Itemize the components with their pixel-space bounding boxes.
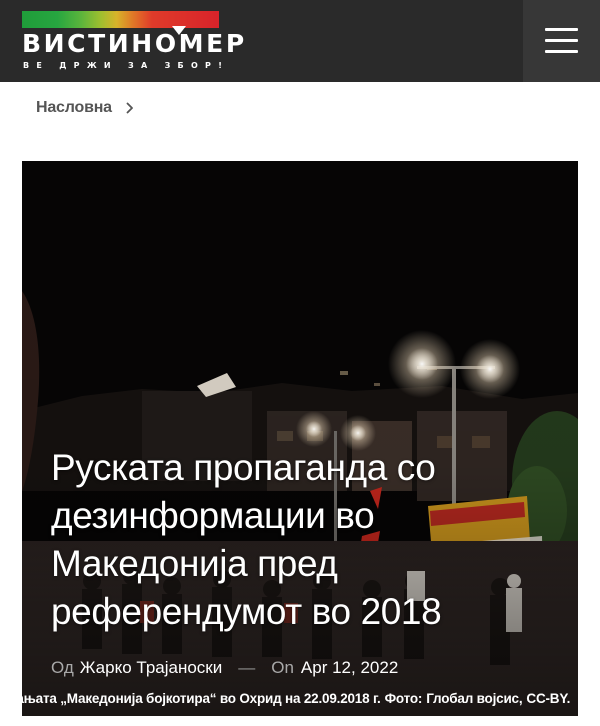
- site-logo[interactable]: ВИСТИНОМЕР ВЕ ДРЖИ ЗА ЗБОР!: [22, 11, 244, 73]
- menu-line: [545, 50, 578, 53]
- caption-license-link[interactable]: CC-BY.: [526, 691, 570, 706]
- article-hero[interactable]: Руската пропаганда со дезинформации во М…: [22, 161, 578, 716]
- chevron-right-icon: [123, 101, 137, 115]
- date-prefix: On: [271, 658, 294, 677]
- article-meta: Од Жарко Трајаноски — On Apr 12, 2022: [51, 656, 398, 680]
- menu-line: [545, 39, 578, 42]
- author-prefix: Од: [51, 658, 74, 677]
- logo-color-bar: [22, 11, 219, 28]
- logo-tagline: ВЕ ДРЖИ ЗА ЗБОР!: [23, 61, 230, 70]
- publish-date: Apr 12, 2022: [300, 658, 399, 677]
- caption-text: лпањата „Македонија бојкотира“ во Охрид …: [0, 690, 381, 706]
- breadcrumb-home-link[interactable]: Насловна: [36, 99, 112, 117]
- logo-wordmark: ВИСТИНОМЕР: [22, 29, 247, 58]
- breadcrumb: Насловна: [36, 98, 137, 118]
- menu-button[interactable]: [523, 0, 600, 82]
- meta-separator: —: [238, 658, 256, 677]
- caption-photo-credit: Глобал војсис,: [426, 690, 523, 706]
- menu-line: [545, 28, 578, 31]
- photo-caption: лпањата „Македонија бојкотира“ во Охрид …: [0, 686, 600, 710]
- article-title[interactable]: Руската пропаганда со дезинформации во М…: [51, 444, 521, 636]
- caption-photo-label: Фото:: [384, 690, 423, 706]
- site-header: ВИСТИНОМЕР ВЕ ДРЖИ ЗА ЗБОР!: [0, 0, 600, 82]
- author-link[interactable]: Жарко Трајаноски: [80, 658, 222, 678]
